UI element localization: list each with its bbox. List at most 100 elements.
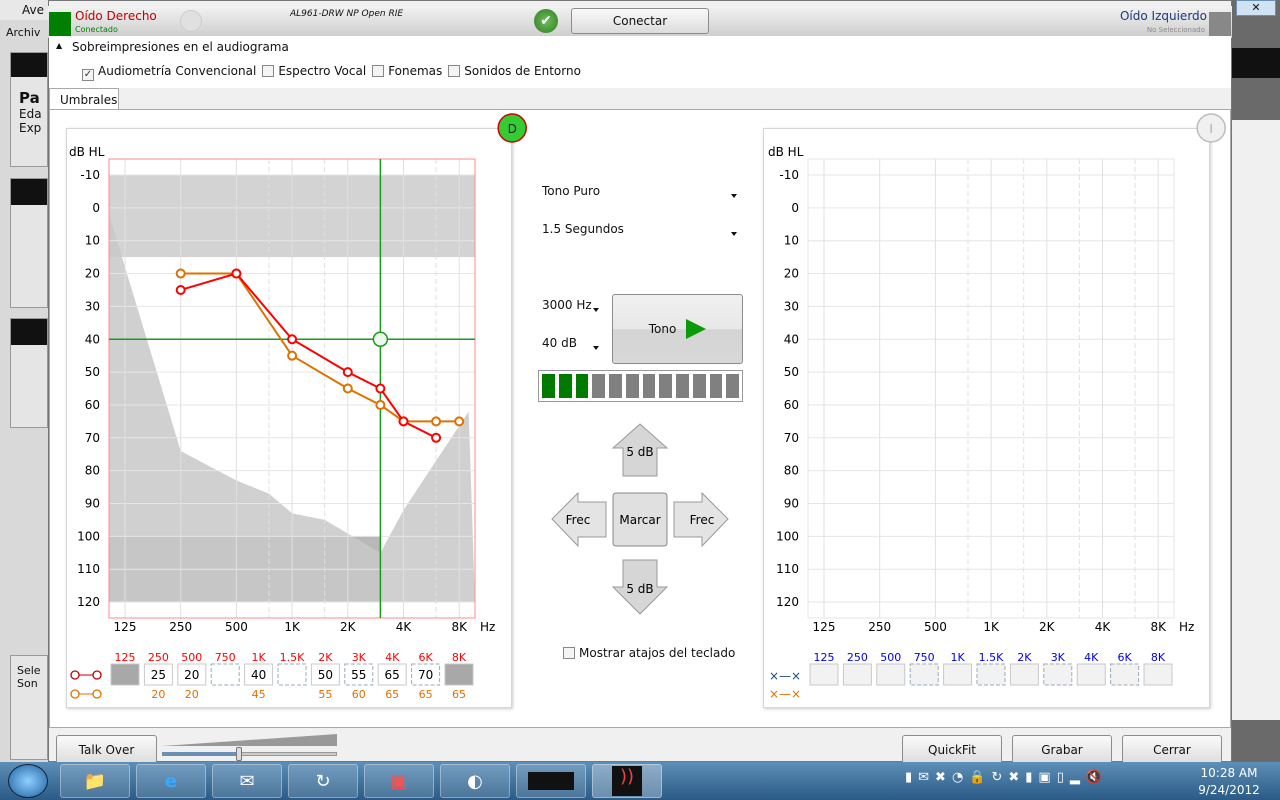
mark-button[interactable]: Marcar [612,492,668,547]
outlook-taskbar-icon[interactable]: ✉ [212,764,282,798]
table-frequency-label: 1K [950,651,965,664]
table-frequency-label: 125 [814,651,835,664]
y-tick-label: 70 [85,431,100,445]
threshold-input [1143,663,1173,686]
table-frequency-label: 6K [418,651,433,664]
powerpoint-taskbar-icon[interactable]: ▣ [364,764,434,798]
svg-text:Marcar: Marcar [619,513,660,527]
table-frequency-label: 125 [115,651,136,664]
x-tick-label: 8K [451,620,468,634]
svg-text:5 dB: 5 dB [626,582,653,596]
x-tick-label: 1K [284,620,301,634]
threshold-input [876,663,906,686]
increase-frequency-button[interactable]: Frec [673,491,729,548]
save-button[interactable]: Grabar [1012,735,1112,765]
y-tick-label: 30 [784,299,799,313]
masked-threshold-value: 65 [419,688,433,701]
talk-over-button[interactable]: Talk Over [56,735,157,765]
table-frequency-label: 1.5K [280,651,305,664]
quickfit-button[interactable]: QuickFit [902,735,1002,765]
data-point [431,416,442,427]
data-point [175,268,186,279]
legend-x-icon: ×—× [769,669,801,683]
level-meter [538,370,743,402]
y-tick-label: 0 [92,201,100,215]
y-tick-label: 110 [77,562,100,576]
data-point [375,399,386,410]
checkbox[interactable] [563,647,575,659]
noah-taskbar-icon[interactable]: ◐ [440,764,510,798]
y-tick-label: 80 [784,464,799,478]
slider-handle[interactable] [236,747,242,761]
hearing-app-taskbar-icon[interactable]: )) [592,764,662,798]
internet-explorer-taskbar-icon[interactable]: e [136,764,206,798]
threshold-value: 50 [318,668,333,682]
decrease-level-button[interactable]: 5 dB [611,559,669,615]
app-taskbar-icon[interactable]: ↻ [288,764,358,798]
table-frequency-label: 8K [452,651,467,664]
level-select[interactable]: 40 dB [542,336,602,354]
table-frequency-label: 3K [1051,651,1066,664]
x-tick-label: 2K [340,620,357,634]
start-button[interactable] [8,764,48,798]
duration-select[interactable]: 1.5 Segundos [542,222,738,240]
tone-button[interactable]: Tono [612,294,743,364]
threshold-input [1009,663,1039,686]
masked-threshold-value: 55 [318,688,332,701]
svg-text:5 dB: 5 dB [626,445,653,459]
legend-x-icon: ×—× [769,687,801,701]
svg-text:Frec: Frec [566,513,591,527]
frequency-select[interactable]: 3000 Hz [542,298,602,316]
clock-time[interactable]: 10:28 AM [1190,766,1268,780]
masked-threshold-value: 60 [352,688,366,701]
table-frequency-label: 6K [1117,651,1132,664]
y-tick-label: 60 [784,398,799,412]
navigation-pad: 5 dB 5 dB Frec Frec Marcar [551,423,729,615]
x-axis-label: Hz [1179,620,1194,634]
x-tick-label: 500 [924,620,947,634]
talk-over-volume-slider[interactable] [162,734,337,762]
data-point [375,383,386,394]
y-tick-label: -10 [80,168,100,182]
threshold-value: 55 [351,668,366,682]
threshold-input [1043,663,1073,686]
masked-threshold-value: 45 [252,688,266,701]
clock-date[interactable]: 9/24/2012 [1190,783,1268,797]
y-tick-label: 0 [791,201,799,215]
show-shortcuts-checkbox[interactable]: Mostrar atajos del teclado [563,646,735,660]
app-taskbar-icon-2[interactable] [516,764,586,798]
data-point [287,334,298,345]
increase-level-button[interactable]: 5 dB [611,423,669,477]
x-tick-label: 2K [1039,620,1056,634]
x-tick-label: 8K [1150,620,1167,634]
level-meter-segment [692,374,706,398]
decrease-frequency-button[interactable]: Frec [551,491,607,548]
x-tick-label: 4K [1095,620,1112,634]
level-meter-segment [609,374,622,398]
level-meter-segment [558,374,572,398]
ear-badge-label: D [508,122,517,136]
threshold-input [1110,663,1140,686]
y-tick-label: 100 [776,529,799,543]
table-frequency-label: 500 [181,651,202,664]
x-tick-label: 250 [169,620,192,634]
level-meter-segment [625,374,639,398]
explorer-taskbar-icon[interactable]: 📁 [60,764,130,798]
stimulus-select[interactable]: Tono Puro [542,184,738,202]
close-button[interactable]: Cerrar [1122,735,1222,765]
cursor-marker [372,331,389,347]
y-tick-label: 20 [85,267,100,281]
chevron-down-icon [731,232,737,236]
table-frequency-label: 500 [880,651,901,664]
threshold-input [909,663,939,686]
threshold-value: 40 [251,668,266,682]
level-meter-segment [726,374,739,398]
x-tick-label: 4K [396,620,413,634]
x-tick-label: 125 [813,620,836,634]
plot-area: -10 0 10 20 30 40 50 60 70 80 90 100 110 120 125 250 500… [69,113,527,701]
x-axis-label: Hz [480,620,495,634]
system-tray-icons[interactable]: ▮✉✖◔🔒↻✖▮▣▯▂🔇 [905,770,1108,785]
data-point [454,416,465,427]
plot-area: -10 0 10 20 30 40 50 60 70 80 90 100 110 120 125 250 500… [768,113,1226,701]
ear-badge-label: I [1209,122,1213,136]
